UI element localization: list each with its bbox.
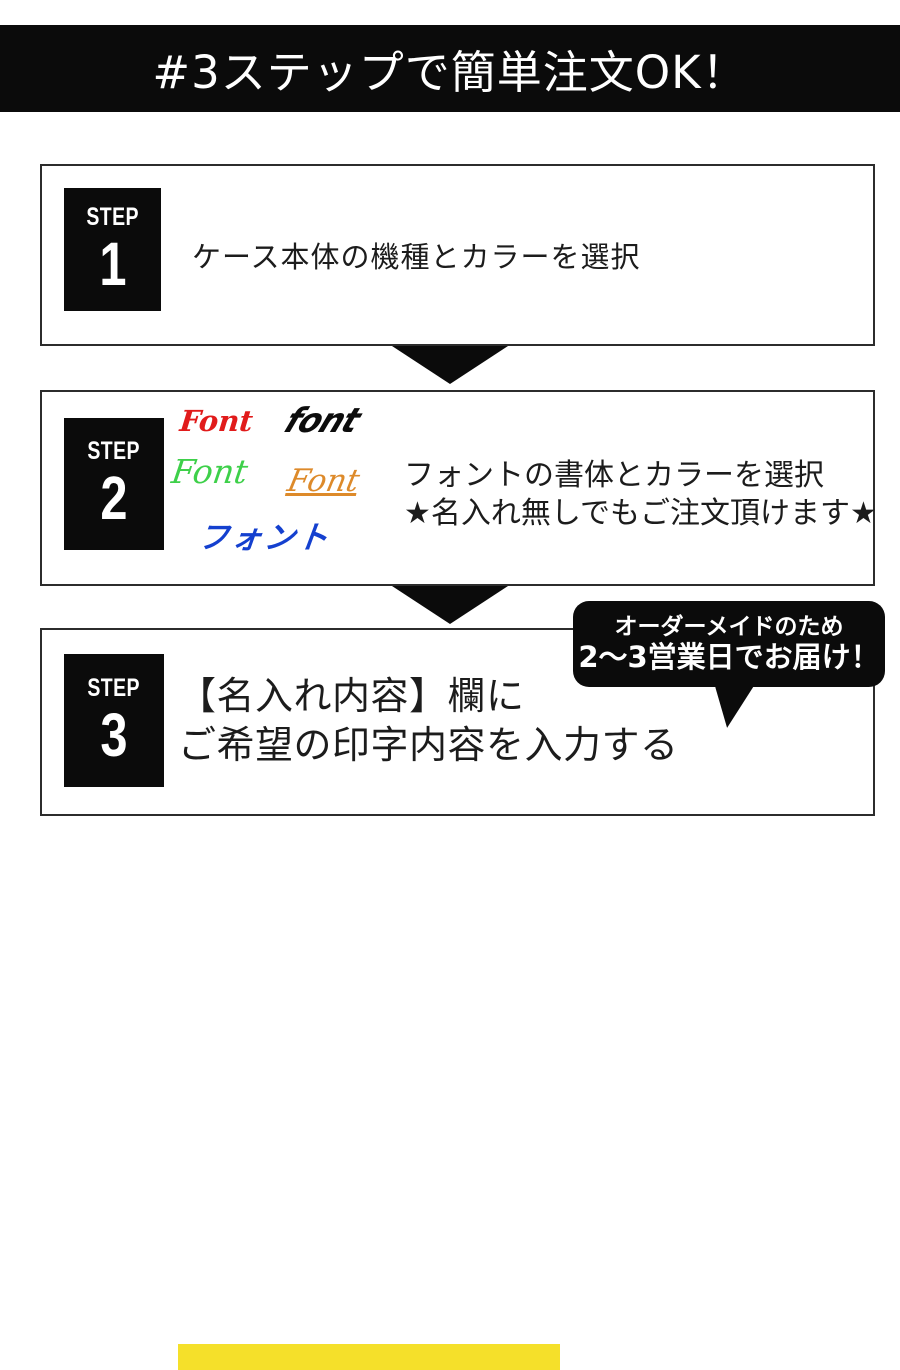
font-sample-green: Font <box>169 452 251 491</box>
step-3-badge-word: STEP <box>87 673 141 702</box>
font-sample-blue: フォント <box>195 520 333 556</box>
font-sample-group: Font font Font Font フォント <box>160 398 410 573</box>
step-1-badge: STEP 1 <box>64 188 161 311</box>
step-1-description: ケース本体の機種とカラーを選択 <box>192 240 641 274</box>
chevron-down-icon <box>392 586 508 624</box>
step-3-line-2: ご希望の印字内容を入力する <box>178 723 679 768</box>
speech-bubble: オーダーメイドのため 2〜3営業日でお届け！ <box>573 601 885 687</box>
step-1-badge-word: STEP <box>86 202 139 231</box>
step-2-badge: STEP 2 <box>64 418 164 550</box>
font-sample-black: font <box>278 401 366 441</box>
yellow-highlight-band <box>178 1344 560 1370</box>
header-banner: #3ステップで簡単注文OK！ <box>0 25 900 112</box>
speech-bubble-tail <box>715 681 763 729</box>
step-1-badge-number: 1 <box>98 229 127 298</box>
step-2-line-1: フォントの書体とカラーを選択 <box>404 458 824 493</box>
step-3-badge: STEP 3 <box>64 654 164 787</box>
speech-bubble-line-1: オーダーメイドのため <box>614 613 844 640</box>
font-sample-red: Font <box>178 404 255 438</box>
step-2-badge-word: STEP <box>87 437 141 465</box>
step-3-badge-number: 3 <box>100 700 128 769</box>
step-2-line-2: ★名入れ無しでもご注文頂けます★ <box>404 496 877 532</box>
step-2-description: フォントの書体とカラーを選択 ★名入れ無しでもご注文頂けます★ <box>404 457 877 534</box>
chevron-down-icon <box>392 346 508 384</box>
font-sample-orange: Font <box>284 463 363 499</box>
speech-bubble-line-2: 2〜3営業日でお届け！ <box>578 639 880 674</box>
page-title: #3ステップで簡単注文OK！ <box>152 46 748 99</box>
step-2-badge-number: 2 <box>100 464 128 532</box>
